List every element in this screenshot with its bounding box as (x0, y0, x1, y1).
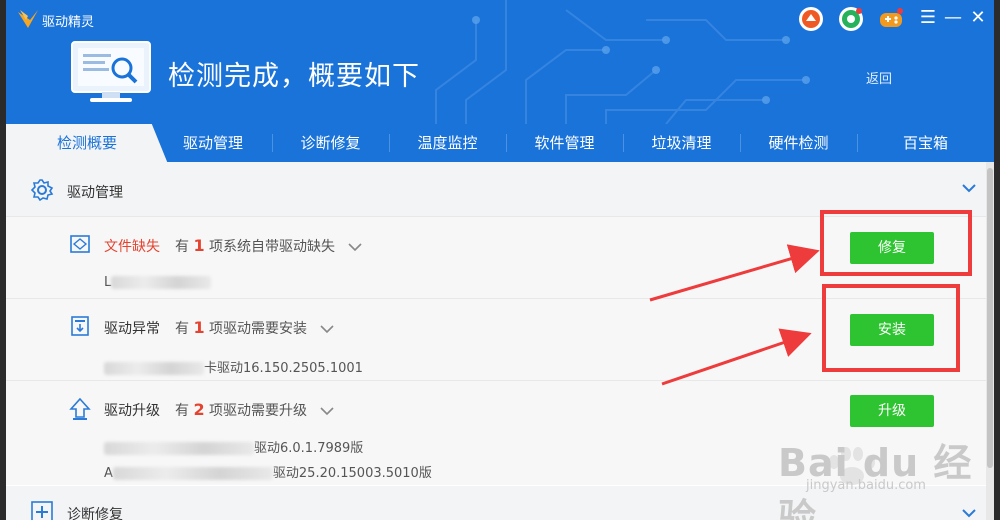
annotation-arrow (649, 244, 820, 302)
annotation-arrow (661, 328, 812, 386)
watermark-url: jingyan.baidu.com (806, 478, 926, 493)
app-window: 驱动精灵 ☰ — ✕ 检测完成，概要如下 返回 检测概要 驱动管理 诊断修复 温… (6, 0, 994, 520)
watermark-text: Bai du 经验 (778, 441, 973, 520)
